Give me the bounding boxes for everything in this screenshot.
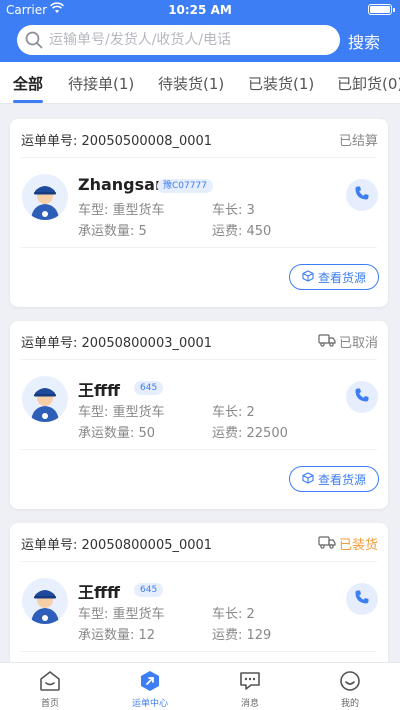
- view-cargo-source-button[interactable]: 查看货源: [289, 466, 379, 492]
- driver-avatar: [22, 174, 68, 220]
- plate-badge: 645: [134, 381, 164, 395]
- battery-icon: [368, 4, 395, 15]
- driver-avatar: [22, 578, 68, 624]
- order-number: 运单单号: 20050800005_0001: [21, 538, 213, 553]
- waybill-center-icon: [138, 669, 162, 693]
- tabbar-home[interactable]: 首页: [10, 663, 90, 710]
- tabbar-waybill-center-label: 运单中心: [131, 699, 168, 709]
- driver-name: 王ffff: [78, 583, 120, 602]
- phone-icon: [354, 387, 370, 407]
- status-label: 已取消: [338, 336, 378, 351]
- driver-name: 王ffff: [78, 381, 120, 400]
- order-status: 已装货: [318, 534, 378, 553]
- bottom-tab-bar: 首页 运单中心 消息 我的: [0, 662, 400, 710]
- message-icon: [238, 669, 262, 693]
- cargo-box-icon: [302, 471, 314, 487]
- divider: [21, 359, 377, 360]
- tabbar-profile[interactable]: 我的: [310, 663, 390, 710]
- view-cargo-source-label: 查看货源: [317, 270, 366, 285]
- search-icon: [25, 31, 43, 53]
- vehicle-length: 车长: 3: [212, 203, 255, 218]
- tabbar-messages-label: 消息: [240, 699, 259, 709]
- divider: [21, 247, 377, 248]
- order-status: 已结算: [339, 130, 378, 149]
- carry-quantity: 承运数量: 12: [78, 628, 156, 643]
- vehicle-type: 车型: 重型货车: [78, 607, 165, 622]
- truck-icon: [318, 333, 336, 351]
- freight-amount: 运费: 129: [212, 628, 272, 643]
- search-box[interactable]: [17, 25, 340, 55]
- tab-pending-load[interactable]: 待装货(1): [158, 73, 224, 94]
- plate-badge: 豫C07777: [157, 179, 213, 193]
- order-number: 运单单号: 20050500008_0001: [21, 134, 213, 149]
- freight-amount: 运费: 22500: [212, 426, 288, 441]
- phone-icon: [354, 589, 370, 609]
- order-card[interactable]: 运单单号: 20050800005_0001 已装货 王ffff 645 车型:…: [10, 523, 388, 662]
- vehicle-type: 车型: 重型货车: [78, 203, 165, 218]
- vehicle-length: 车长: 2: [212, 405, 255, 420]
- driver-avatar: [22, 376, 68, 422]
- status-label: 已装货: [338, 538, 378, 553]
- vehicle-type: 车型: 重型货车: [78, 405, 165, 420]
- call-driver-button[interactable]: [346, 583, 378, 615]
- divider: [21, 449, 377, 450]
- call-driver-button[interactable]: [346, 179, 378, 211]
- status-time: 10:25 AM: [168, 3, 232, 17]
- plate-badge: 645: [134, 583, 164, 597]
- tabbar-waybill-center[interactable]: 运单中心: [110, 663, 190, 710]
- phone-icon: [354, 185, 370, 205]
- tab-all[interactable]: 全部: [13, 73, 43, 94]
- carry-quantity: 承运数量: 50: [78, 426, 156, 441]
- tab-unloaded[interactable]: 已卸货(0): [337, 73, 400, 94]
- order-list: 运单单号: 20050500008_0001 已结算 Zhangsan 豫C07…: [0, 104, 400, 662]
- view-cargo-source-button[interactable]: 查看货源: [289, 264, 379, 290]
- view-cargo-source-label: 查看货源: [317, 472, 366, 487]
- divider: [21, 561, 377, 562]
- profile-icon: [338, 669, 362, 693]
- tabbar-messages[interactable]: 消息: [210, 663, 290, 710]
- search-button[interactable]: 搜索: [344, 29, 384, 52]
- call-driver-button[interactable]: [346, 381, 378, 413]
- order-number: 运单单号: 20050800003_0001: [21, 336, 213, 351]
- status-tabs: 全部 待接单(1) 待装货(1) 已装货(1) 已卸货(0): [0, 62, 400, 104]
- order-status: 已取消: [318, 332, 378, 351]
- divider: [21, 651, 377, 652]
- carry-quantity: 承运数量: 5: [78, 224, 147, 239]
- truck-icon: [318, 535, 336, 553]
- divider: [21, 157, 377, 158]
- freight-amount: 运费: 450: [212, 224, 272, 239]
- cargo-box-icon: [302, 269, 314, 285]
- tabbar-home-label: 首页: [40, 699, 59, 709]
- status-bar: Carrier 10:25 AM: [0, 0, 400, 20]
- tabbar-profile-label: 我的: [340, 699, 359, 709]
- order-card[interactable]: 运单单号: 20050800003_0001 已取消 王ffff 645 车型:…: [10, 321, 388, 509]
- vehicle-length: 车长: 2: [212, 607, 255, 622]
- active-tab-indicator: [13, 100, 43, 103]
- search-input[interactable]: [49, 29, 329, 51]
- tab-loaded[interactable]: 已装货(1): [248, 73, 314, 94]
- header: Carrier 10:25 AM 搜索: [0, 0, 400, 62]
- order-card[interactable]: 运单单号: 20050500008_0001 已结算 Zhangsan 豫C07…: [10, 119, 388, 307]
- tab-pending-accept[interactable]: 待接单(1): [68, 73, 134, 94]
- driver-name: Zhangsan: [78, 175, 167, 194]
- status-label: 已结算: [338, 134, 378, 149]
- home-icon: [38, 669, 62, 693]
